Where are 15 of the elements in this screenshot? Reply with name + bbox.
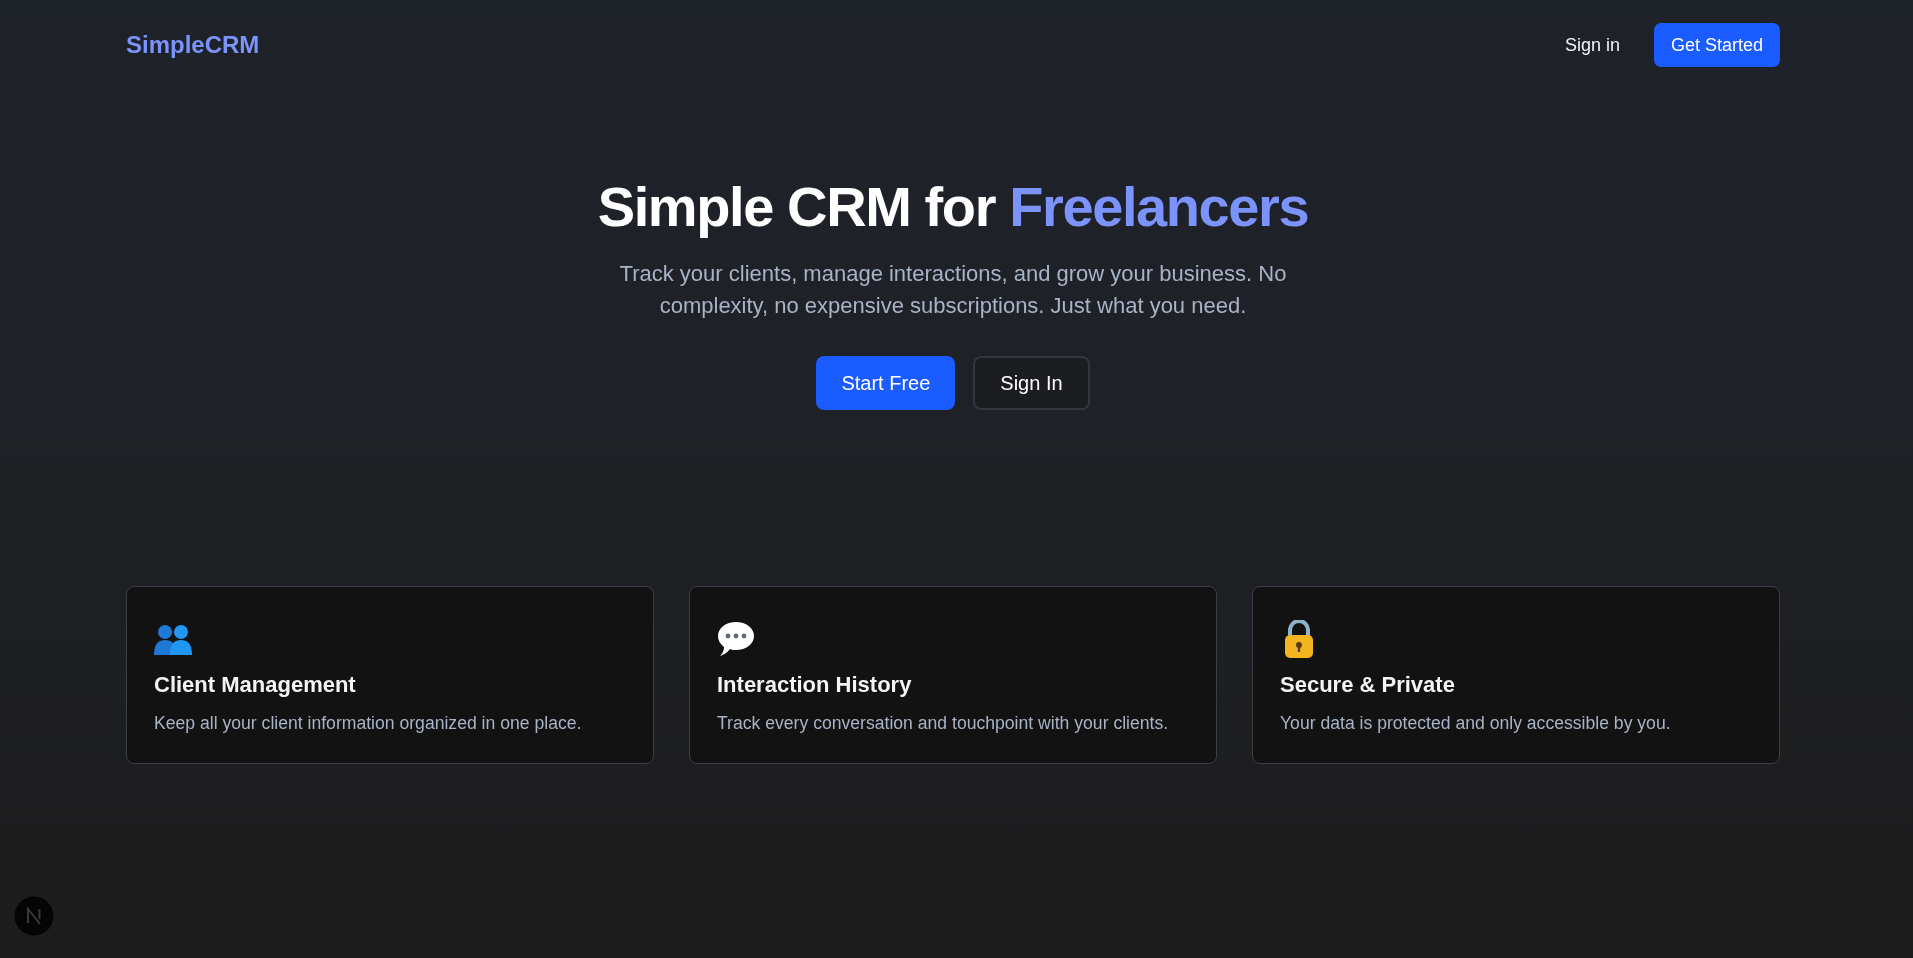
logo[interactable]: SimpleCRM bbox=[126, 31, 260, 59]
n-logo-icon[interactable] bbox=[14, 896, 54, 936]
speech-bubble-icon bbox=[717, 620, 755, 658]
feature-description: Track every conversation and touchpoint with your clients. bbox=[717, 712, 1170, 735]
sign-in-link[interactable]: Sign in bbox=[1548, 26, 1636, 64]
sign-in-button[interactable]: Sign In bbox=[973, 356, 1090, 410]
hero-title: Simple CRM for Freelancers bbox=[597, 176, 1309, 238]
feature-description: Your data is protected and only accessible by you. bbox=[1280, 712, 1672, 735]
get-started-button[interactable]: Get Started bbox=[1653, 23, 1780, 67]
feature-title: Secure & Private bbox=[1280, 671, 1456, 699]
hero-subtitle: Track your clients, manage interactions, and grow your business. No complexity, no expensive subscriptions. Just what you need. bbox=[618, 260, 1288, 320]
feature-title: Client Management bbox=[154, 671, 357, 699]
start-free-button[interactable]: Start Free bbox=[816, 356, 956, 410]
feature-title: Interaction History bbox=[717, 671, 913, 699]
feature-description: Keep all your client information organized in one place. bbox=[154, 712, 583, 735]
